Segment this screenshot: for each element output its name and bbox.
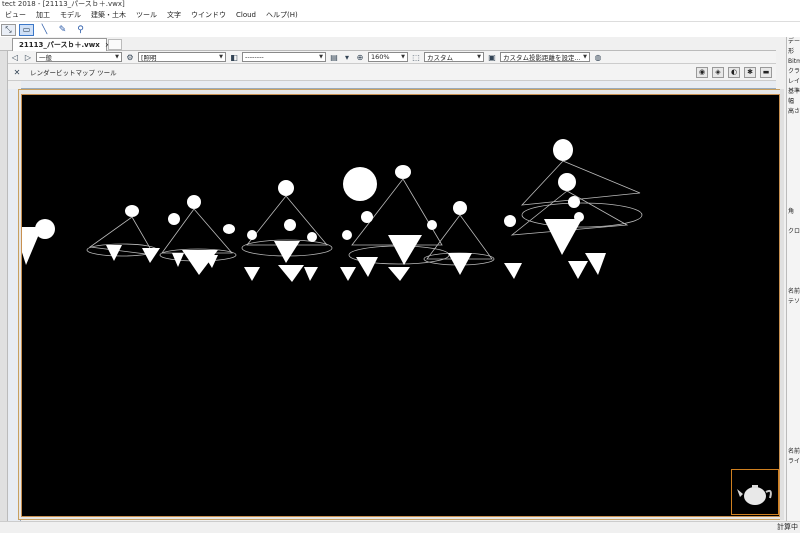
chevron-down-icon: ▼ bbox=[583, 54, 587, 60]
chevron-down-icon: ▼ bbox=[477, 54, 481, 60]
view-cube-icon[interactable]: ⬚ bbox=[411, 52, 421, 62]
document-tab-label: 21113_パースｂ＋.vwx bbox=[19, 41, 100, 49]
snap-icon[interactable]: ◉ bbox=[696, 66, 708, 78]
globe-icon[interactable]: ◍ bbox=[593, 52, 603, 62]
tool-bar: ✕ レンダービットマップ ツール ◉ ◈ ◐ ✱ ▬ bbox=[8, 64, 776, 81]
menu-bar: ビュー 加工 モデル 建築・土木 ツール 文字 ウインドウ Cloud ヘルプ(… bbox=[0, 9, 800, 22]
menu-architecture[interactable]: 建築・土木 bbox=[86, 10, 131, 20]
panel-texture: テソ bbox=[788, 298, 800, 305]
chevron-down-icon: ▼ bbox=[115, 54, 119, 60]
class-select[interactable]: 一般 ▼ bbox=[36, 52, 122, 62]
menu-help[interactable]: ヘルプ(H) bbox=[261, 10, 303, 20]
render-icon[interactable]: ▣ bbox=[487, 52, 497, 62]
render-mode-icon[interactable]: ◈ bbox=[712, 66, 724, 78]
gear-icon[interactable]: ⚙ bbox=[125, 52, 135, 62]
menu-model[interactable]: モデル bbox=[55, 10, 86, 20]
menu-window[interactable]: ウインドウ bbox=[186, 10, 231, 20]
mode-toolbar: ⤡ ▭ ╲ ✎ ⚲ bbox=[0, 22, 800, 37]
bug-icon[interactable]: ✱ bbox=[744, 66, 756, 78]
panel-name: 名前 bbox=[788, 288, 800, 295]
new-tab-button[interactable] bbox=[108, 39, 122, 50]
panel-tab-shape[interactable]: 形 bbox=[787, 47, 800, 57]
panel-tab-data[interactable]: デー bbox=[787, 37, 800, 47]
panel-name-2: 名前 bbox=[788, 448, 800, 455]
forward-arrow-icon[interactable]: ▷ bbox=[23, 52, 33, 62]
chevron-down-icon: ▼ bbox=[219, 54, 223, 60]
back-arrow-icon[interactable]: ◁ bbox=[10, 52, 20, 62]
panel-angle: 角 bbox=[788, 208, 795, 215]
drawing-canvas[interactable] bbox=[14, 94, 780, 517]
chevron-down-icon: ▼ bbox=[319, 54, 323, 60]
tool-name: レンダービットマップ ツール bbox=[30, 69, 117, 77]
window-title: tect 2018 - [21113_パースｂ＋.vwx] bbox=[0, 0, 800, 9]
magnify-icon[interactable]: ⚲ bbox=[73, 24, 88, 36]
chevron-down-icon: ▼ bbox=[401, 54, 405, 60]
vertical-scrollbar[interactable] bbox=[780, 89, 784, 520]
panel-type: Bitm bbox=[788, 58, 800, 65]
page-icon[interactable]: ▤ bbox=[329, 52, 339, 62]
rendered-lights-drawing bbox=[14, 139, 643, 282]
view-select[interactable]: カスタム ▼ bbox=[424, 52, 484, 62]
view-bar: ◁ ▷ 一般 ▼ ⚙ [照明 ▼ ◧ -------- ▼ ▤ ▾ ⊕ 160% ▼ ⬚… bbox=[8, 51, 776, 64]
options-icon[interactable]: ▬ bbox=[760, 66, 772, 78]
navigation-thumbnail[interactable] bbox=[731, 469, 779, 515]
line-tool-icon[interactable]: ╲ bbox=[37, 24, 52, 36]
panel-layer: レイ bbox=[788, 78, 800, 85]
panel-width: 幅 bbox=[788, 98, 795, 105]
panel-library: ライ bbox=[788, 458, 800, 465]
layer-options-icon[interactable]: ◧ bbox=[229, 52, 239, 62]
lighting-icon[interactable]: ◐ bbox=[728, 66, 740, 78]
menu-text[interactable]: 文字 bbox=[162, 10, 186, 20]
horizontal-ruler bbox=[21, 81, 776, 89]
dropdown-icon[interactable]: ▾ bbox=[342, 52, 352, 62]
line-select[interactable]: -------- ▼ bbox=[242, 52, 326, 62]
panel-origin: 基準 bbox=[788, 88, 800, 95]
teapot-icon bbox=[737, 485, 772, 505]
panel-crop: クロ bbox=[788, 228, 800, 235]
panel-height: 高さ bbox=[788, 108, 800, 115]
left-tool-palette bbox=[0, 51, 8, 533]
render-bitmap-tool-icon[interactable]: ✕ bbox=[12, 67, 22, 77]
projection-select[interactable]: カスタム投影距離を設定... ▼ bbox=[500, 52, 590, 62]
status-bar: 計算中 bbox=[0, 521, 800, 533]
pencil-icon[interactable]: ✎ bbox=[55, 24, 70, 36]
menu-tools[interactable]: ツール bbox=[131, 10, 162, 20]
status-text: 計算中 bbox=[777, 523, 798, 531]
select-arrow-icon[interactable]: ⤡ bbox=[1, 23, 16, 36]
menu-view[interactable]: ビュー bbox=[0, 10, 31, 20]
menu-cloud[interactable]: Cloud bbox=[231, 11, 261, 19]
zoom-select[interactable]: 160% ▼ bbox=[368, 52, 408, 62]
document-tab[interactable]: 21113_パースｂ＋.vwx× bbox=[12, 38, 111, 51]
menu-modify[interactable]: 加工 bbox=[31, 10, 55, 20]
zoom-icon[interactable]: ⊕ bbox=[355, 52, 365, 62]
object-info-palette: デー 形 Bitm クラ レイ 基準 幅 高さ 角 クロ 名前 テソ 名前 ライ bbox=[786, 37, 800, 533]
layer-select[interactable]: [照明 ▼ bbox=[138, 52, 226, 62]
rectangle-select-icon[interactable]: ▭ bbox=[19, 23, 34, 36]
panel-class: クラ bbox=[788, 68, 800, 75]
